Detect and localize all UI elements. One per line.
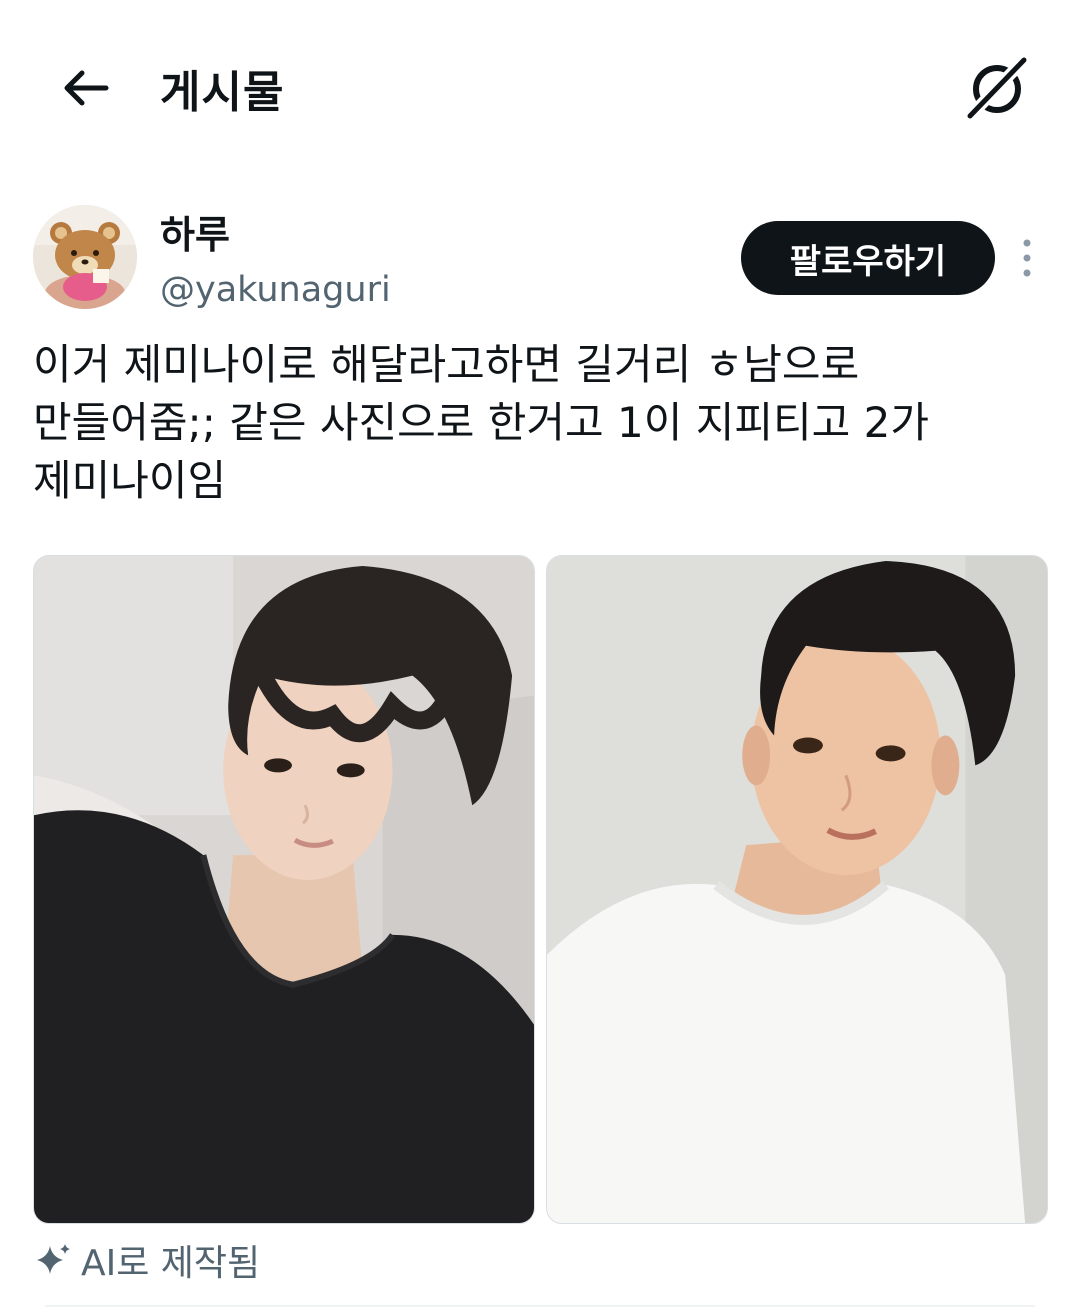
grok-icon[interactable] [962,54,1032,124]
display-name[interactable]: 하루 [160,204,230,259]
divider [45,1305,1035,1307]
follow-button[interactable]: 팔로우하기 [741,221,995,295]
avatar[interactable] [33,205,137,309]
post-detail-page: 게시물 하루 @yakunaguri 팔로우하기 이거 제미나이로 해달라고하면… [0,0,1079,1309]
user-handle[interactable]: @yakunaguri [160,270,391,310]
top-app-bar: 게시물 [0,0,1079,170]
arrow-left-icon[interactable] [58,60,114,116]
tweet-image-1[interactable] [33,555,535,1224]
page-title: 게시물 [160,67,285,118]
ai-generated-label: AI로 제작됨 [33,1238,260,1284]
tweet-image-2[interactable] [546,555,1048,1224]
more-vertical-icon[interactable] [1012,236,1042,280]
ai-label-text: AI로 제작됨 [81,1243,261,1284]
sparkle-icon [33,1240,73,1280]
tweet-text: 이거 제미나이로 해달라고하면 길거리 ㅎ남으로 만들어줌;; 같은 사진으로 … [33,340,930,505]
